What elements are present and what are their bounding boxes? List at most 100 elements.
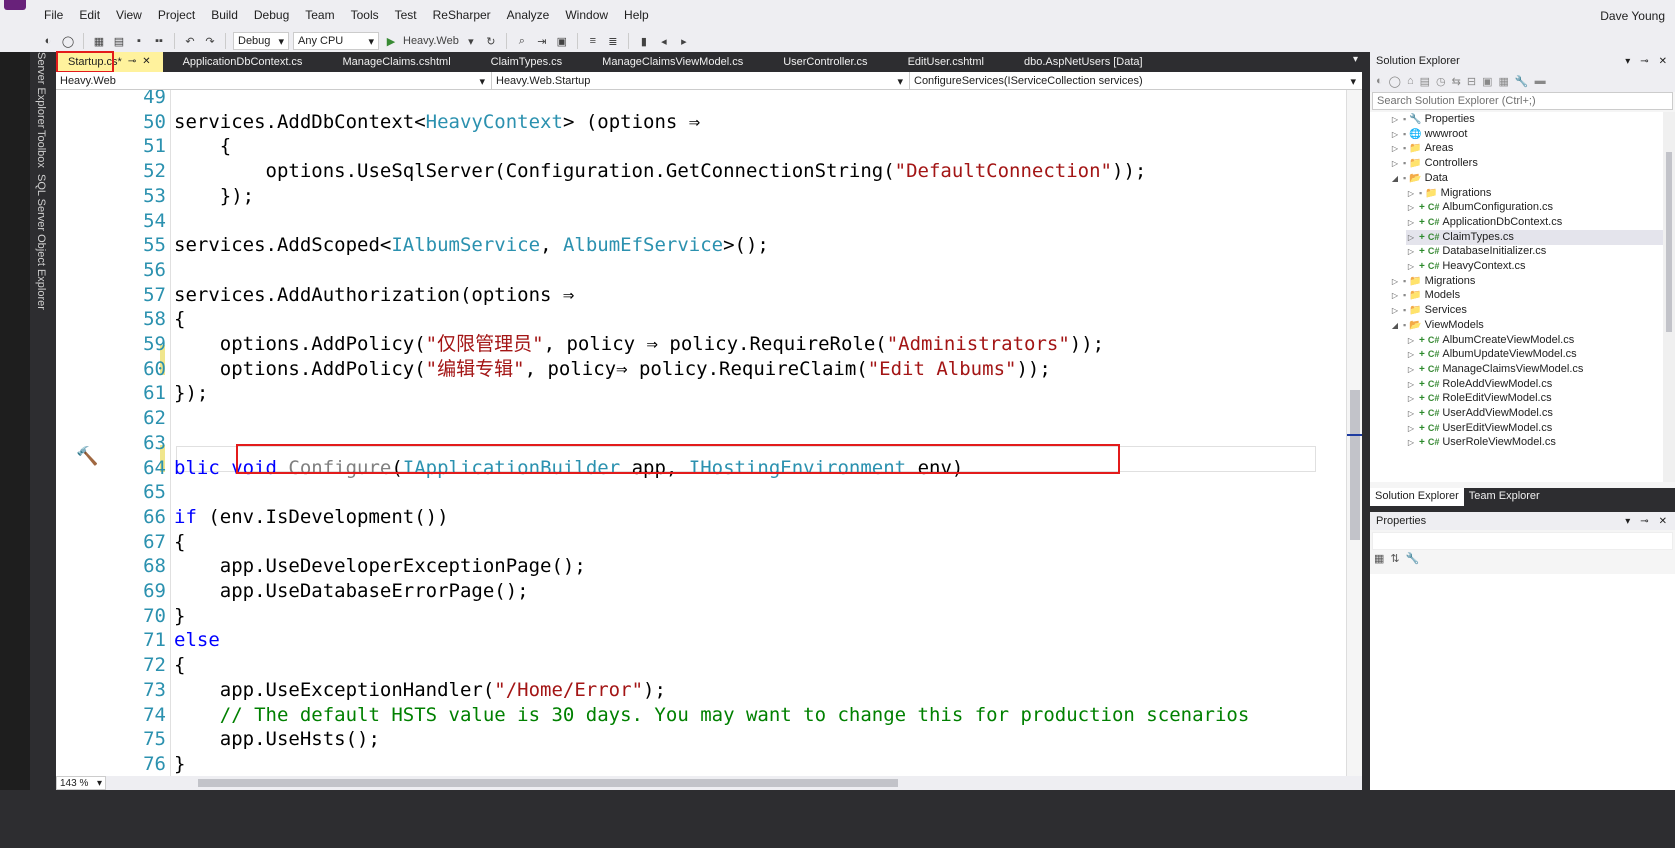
solution-explorer-search-input[interactable]: Search Solution Explorer (Ctrl+;) [1372,92,1673,110]
tree-item[interactable]: ▷ ▪ 📁 Migrations [1406,186,1663,201]
expand-arrow-icon[interactable]: ▷ [1406,377,1416,392]
sql-server-object-explorer-tab[interactable]: SQL Server Object Explorer [35,174,47,310]
scroll-thumb[interactable] [1350,390,1360,540]
next-bookmark-icon[interactable]: ▸ [676,32,692,50]
expand-arrow-icon[interactable]: ▷ [1406,244,1416,259]
expand-arrow-icon[interactable]: ◢ [1390,171,1400,186]
code-line[interactable]: { [174,134,231,159]
forward-icon[interactable]: ◯ [1389,75,1401,88]
dropdown-icon[interactable]: ▾ [1625,516,1630,527]
menu-build[interactable]: Build [203,8,246,22]
code-line[interactable]: }); [174,381,208,406]
tab-edituser[interactable]: EditUser.cshtml [880,52,996,72]
code-editor[interactable]: 🔨 49 50 services.AddDbContext<HeavyContext… [56,90,1346,776]
tree-item[interactable]: ▷ + C# UserEditViewModel.cs [1406,421,1663,436]
code-line[interactable]: }); [174,184,254,209]
expand-arrow-icon[interactable]: ▷ [1390,141,1400,156]
preview-icon[interactable]: ▦ [1498,75,1508,88]
expand-arrow-icon[interactable]: ▷ [1390,112,1400,127]
bookmark-icon[interactable]: ▮ [636,32,652,50]
code-line[interactable]: else [174,628,220,653]
tree-item[interactable]: ▷ ▪ 📁 Services [1390,303,1663,318]
code-line[interactable]: app.UseHsts(); [174,727,380,752]
step-icon[interactable]: ⇥ [534,32,550,50]
pin-icon[interactable]: ⊸ [1640,516,1648,527]
expand-arrow-icon[interactable]: ▷ [1390,156,1400,171]
menu-analyze[interactable]: Analyze [499,8,558,22]
toolbox-tab[interactable]: Toolbox [35,130,47,168]
expand-arrow-icon[interactable]: ▷ [1406,406,1416,421]
expand-arrow-icon[interactable]: ▷ [1390,288,1400,303]
code-line[interactable]: options.AddPolicy("编辑专辑", policy⇒ policy… [174,357,1051,382]
pending-changes-icon[interactable]: ◷ [1436,75,1446,88]
tab-applicationdbcontext[interactable]: ApplicationDbContext.cs [163,52,315,72]
switch-views-icon[interactable]: ▤ [1420,75,1430,88]
minimize-icon[interactable]: ▬ [1535,75,1546,87]
properties-icon[interactable]: 🔧 [1515,75,1529,88]
alphabetical-icon[interactable]: ⇅ [1390,552,1399,565]
tree-item[interactable]: ▷ ▪ 📁 Models [1390,288,1663,303]
expand-arrow-icon[interactable]: ◢ [1390,318,1400,333]
platform-select[interactable]: Any CPU ▾ [293,32,379,50]
code-line[interactable]: { [174,653,185,678]
undo-icon[interactable]: ↶ [182,32,198,50]
tree-item[interactable]: ▷ + C# RoleEditViewModel.cs [1406,391,1663,406]
quick-action-hammer-icon[interactable]: 🔨 [76,446,98,467]
expand-arrow-icon[interactable]: ▷ [1406,200,1416,215]
pin-icon[interactable]: ⊸ [128,56,136,72]
project-dropdown[interactable]: Heavy.Web ▾ [56,72,492,90]
expand-arrow-icon[interactable]: ▷ [1406,215,1416,230]
close-icon[interactable]: ✕ [1659,56,1667,67]
member-dropdown[interactable]: ConfigureServices(IServiceCollection ser… [910,72,1362,90]
pin-icon[interactable]: ⊸ [1640,56,1648,67]
code-line[interactable]: services.AddDbContext<HeavyContext> (opt… [174,110,700,135]
solution-explorer-scrollbar[interactable] [1663,112,1675,482]
menu-tools[interactable]: Tools [343,8,387,22]
menu-test[interactable]: Test [387,8,425,22]
expand-arrow-icon[interactable]: ▷ [1406,333,1416,348]
collapse-all-icon[interactable]: ⊟ [1467,75,1476,88]
tab-aspnetusers-data[interactable]: dbo.AspNetUsers [Data] [996,52,1155,72]
code-line[interactable]: options.UseSqlServer(Configuration.GetCo… [174,159,1147,184]
tree-item[interactable]: ▷ ▪ 📁 Controllers [1390,156,1663,171]
tab-claimtypes[interactable]: ClaimTypes.cs [463,52,575,72]
code-line[interactable]: app.UseDeveloperExceptionPage(); [174,554,586,579]
expand-arrow-icon[interactable]: ▷ [1406,259,1416,274]
menu-project[interactable]: Project [150,8,203,22]
chevron-down-icon[interactable]: ▾ [463,32,479,50]
tab-manageclaims[interactable]: ManageClaims.cshtml [314,52,462,72]
dropdown-icon[interactable]: ▾ [1625,56,1630,67]
horizontal-scroll-thumb[interactable] [198,779,898,787]
tab-manageclaimsviewmodel[interactable]: ManageClaimsViewModel.cs [574,52,755,72]
menu-team[interactable]: Team [297,8,342,22]
user-name[interactable]: Dave Young [1600,9,1665,23]
menu-resharper[interactable]: ReSharper [425,8,499,22]
expand-arrow-icon[interactable]: ▷ [1406,347,1416,362]
expand-arrow-icon[interactable]: ▷ [1390,127,1400,142]
uncomment-icon[interactable]: ≣ [605,32,621,50]
show-all-files-icon[interactable]: ▣ [1482,75,1492,88]
menu-debug[interactable]: Debug [246,8,297,22]
close-icon[interactable]: ✕ [142,56,150,72]
tree-item[interactable]: ▷ ▪ 📁 Areas [1390,141,1663,156]
code-line[interactable]: app.UseDatabaseErrorPage(); [174,579,529,604]
server-explorer-tab[interactable]: Server Explorer [35,52,47,128]
code-line[interactable]: } [174,604,185,629]
code-line[interactable]: if (env.IsDevelopment()) [174,505,449,530]
tree-item[interactable]: ▷ + C# AlbumUpdateViewModel.cs [1406,347,1663,362]
tree-item[interactable]: ▷ + C# RoleAddViewModel.cs [1406,377,1663,392]
code-line[interactable]: { [174,307,185,332]
redo-icon[interactable]: ↷ [202,32,218,50]
configuration-select[interactable]: Debug ▾ [233,32,289,50]
expand-arrow-icon[interactable]: ▷ [1390,274,1400,289]
save-all-icon[interactable]: ▪▪ [151,32,167,50]
navigate-forward-icon[interactable]: ◯ [60,32,76,50]
comment-icon[interactable]: ≡ [585,32,601,50]
start-debug-icon[interactable]: ▶ [383,32,399,50]
tree-item[interactable]: ▷ + C# ManageClaimsViewModel.cs [1406,362,1663,377]
tree-item[interactable]: ▷ + C# ApplicationDbContext.cs [1406,215,1663,230]
editor-vertical-scrollbar[interactable] [1346,90,1363,776]
find-icon[interactable]: ⌕ [514,32,530,50]
open-file-icon[interactable]: ▤ [111,32,127,50]
menu-file[interactable]: File [36,8,71,22]
